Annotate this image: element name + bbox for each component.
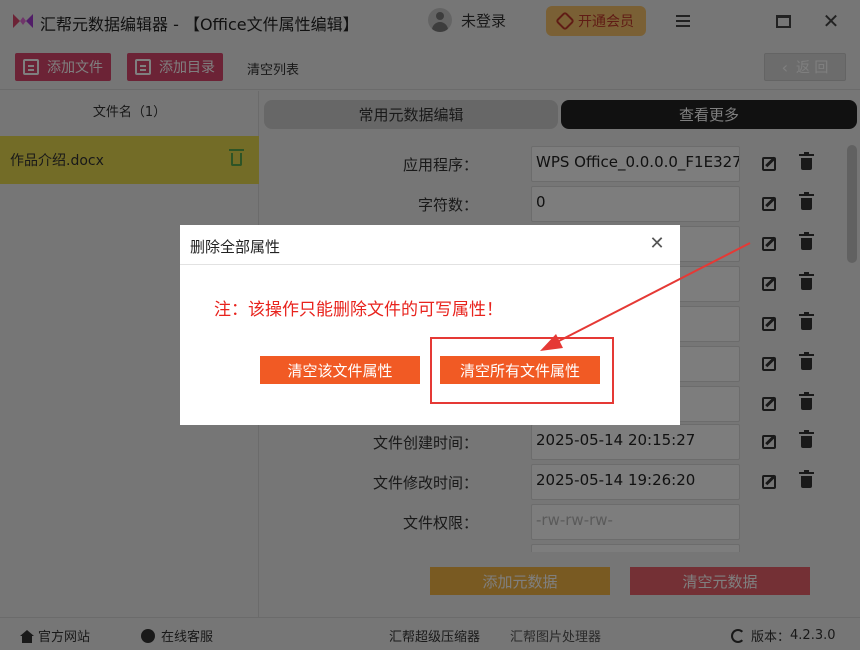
annotation-arrow [540, 242, 751, 351]
